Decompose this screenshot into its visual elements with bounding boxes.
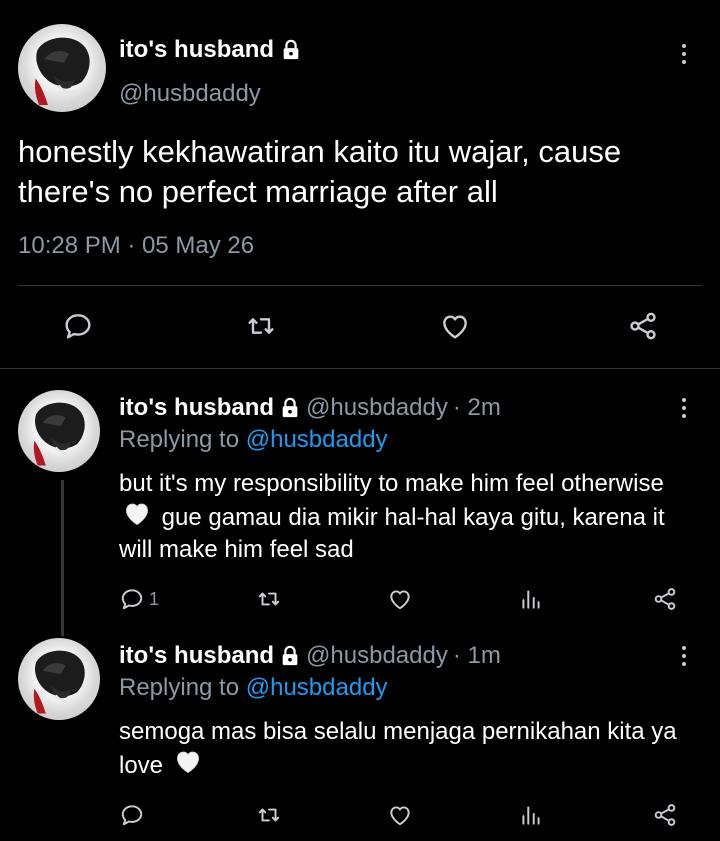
reply-header[interactable]: ito's husband @husbdaddy · 1m xyxy=(119,642,501,670)
replying-to: Replying to @husbdaddy xyxy=(119,426,388,454)
avatar-image xyxy=(18,24,106,112)
share-icon xyxy=(652,802,678,828)
avatar-image xyxy=(18,390,100,472)
retweet-button[interactable] xyxy=(243,308,279,344)
reply-icon xyxy=(119,586,145,612)
retweet-icon xyxy=(256,802,282,828)
display-name: ito's husband xyxy=(119,36,275,63)
avatar[interactable] xyxy=(18,390,100,472)
views-icon xyxy=(518,802,544,828)
author-name[interactable]: ito's husband xyxy=(119,36,302,64)
replying-to-label: Replying to xyxy=(119,674,240,701)
section-divider xyxy=(0,368,720,369)
reply-time: · 2m xyxy=(452,394,501,421)
like-button[interactable] xyxy=(387,584,413,614)
lock-icon xyxy=(279,397,301,419)
share-icon xyxy=(652,586,678,612)
like-button[interactable] xyxy=(387,800,413,830)
like-icon xyxy=(387,802,413,828)
avatar-image xyxy=(18,638,100,720)
share-icon xyxy=(627,310,659,342)
author-handle: @husbdaddy xyxy=(306,642,448,669)
reply-text: but it's my responsibility to make him f… xyxy=(119,468,699,566)
white-heart-emoji-icon xyxy=(174,748,202,776)
display-name: ito's husband xyxy=(119,394,275,421)
divider xyxy=(18,285,702,286)
like-icon xyxy=(387,586,413,612)
replying-to-link[interactable]: @husbdaddy xyxy=(246,674,388,701)
author-handle: @husbdaddy xyxy=(306,394,448,421)
views-button[interactable] xyxy=(518,800,544,830)
more-options-icon[interactable] xyxy=(678,44,690,64)
reply-icon xyxy=(62,310,94,342)
share-button[interactable] xyxy=(652,584,678,614)
reply-time: · 1m xyxy=(452,642,501,669)
like-icon xyxy=(439,310,471,342)
reply-button[interactable] xyxy=(119,800,149,830)
lock-icon xyxy=(280,39,302,61)
display-name: ito's husband xyxy=(119,642,275,669)
tweet-text: honestly kekhawatiran kaito itu wajar, c… xyxy=(18,134,622,209)
views-button[interactable] xyxy=(518,584,544,614)
replying-to-label: Replying to xyxy=(119,426,240,453)
replying-to: Replying to @husbdaddy xyxy=(119,674,388,702)
reply-text: semoga mas bisa selalu menjaga pernikaha… xyxy=(119,716,699,782)
retweet-icon xyxy=(245,310,277,342)
reply-header[interactable]: ito's husband @husbdaddy · 2m xyxy=(119,394,501,422)
retweet-button[interactable] xyxy=(256,800,282,830)
reply-icon xyxy=(119,802,145,828)
reply-text-part1: semoga mas bisa selalu menjaga pernikaha… xyxy=(119,718,677,779)
thread-line xyxy=(61,480,64,636)
more-options-icon[interactable] xyxy=(678,646,690,666)
more-options-icon[interactable] xyxy=(678,398,690,418)
reply-text-part1: but it's my responsibility to make him f… xyxy=(119,470,664,497)
share-button[interactable] xyxy=(625,308,661,344)
avatar[interactable] xyxy=(18,638,100,720)
tweet-timestamp: 10:28 PM · 05 May 26 xyxy=(18,232,255,259)
lock-icon xyxy=(279,645,301,667)
share-button[interactable] xyxy=(652,800,678,830)
author-handle[interactable]: @husbdaddy xyxy=(119,80,261,108)
white-heart-emoji-icon xyxy=(123,500,151,528)
views-icon xyxy=(518,586,544,612)
like-button[interactable] xyxy=(437,308,473,344)
avatar[interactable] xyxy=(18,24,106,112)
reply-button[interactable]: 1 xyxy=(119,584,159,614)
reply-button[interactable] xyxy=(60,308,96,344)
retweet-icon xyxy=(256,586,282,612)
replying-to-link[interactable]: @husbdaddy xyxy=(246,426,388,453)
retweet-button[interactable] xyxy=(256,584,282,614)
reply-text-part2: gue gamau dia mikir hal-hal kaya gitu, k… xyxy=(119,504,665,563)
reply-count: 1 xyxy=(149,588,160,609)
